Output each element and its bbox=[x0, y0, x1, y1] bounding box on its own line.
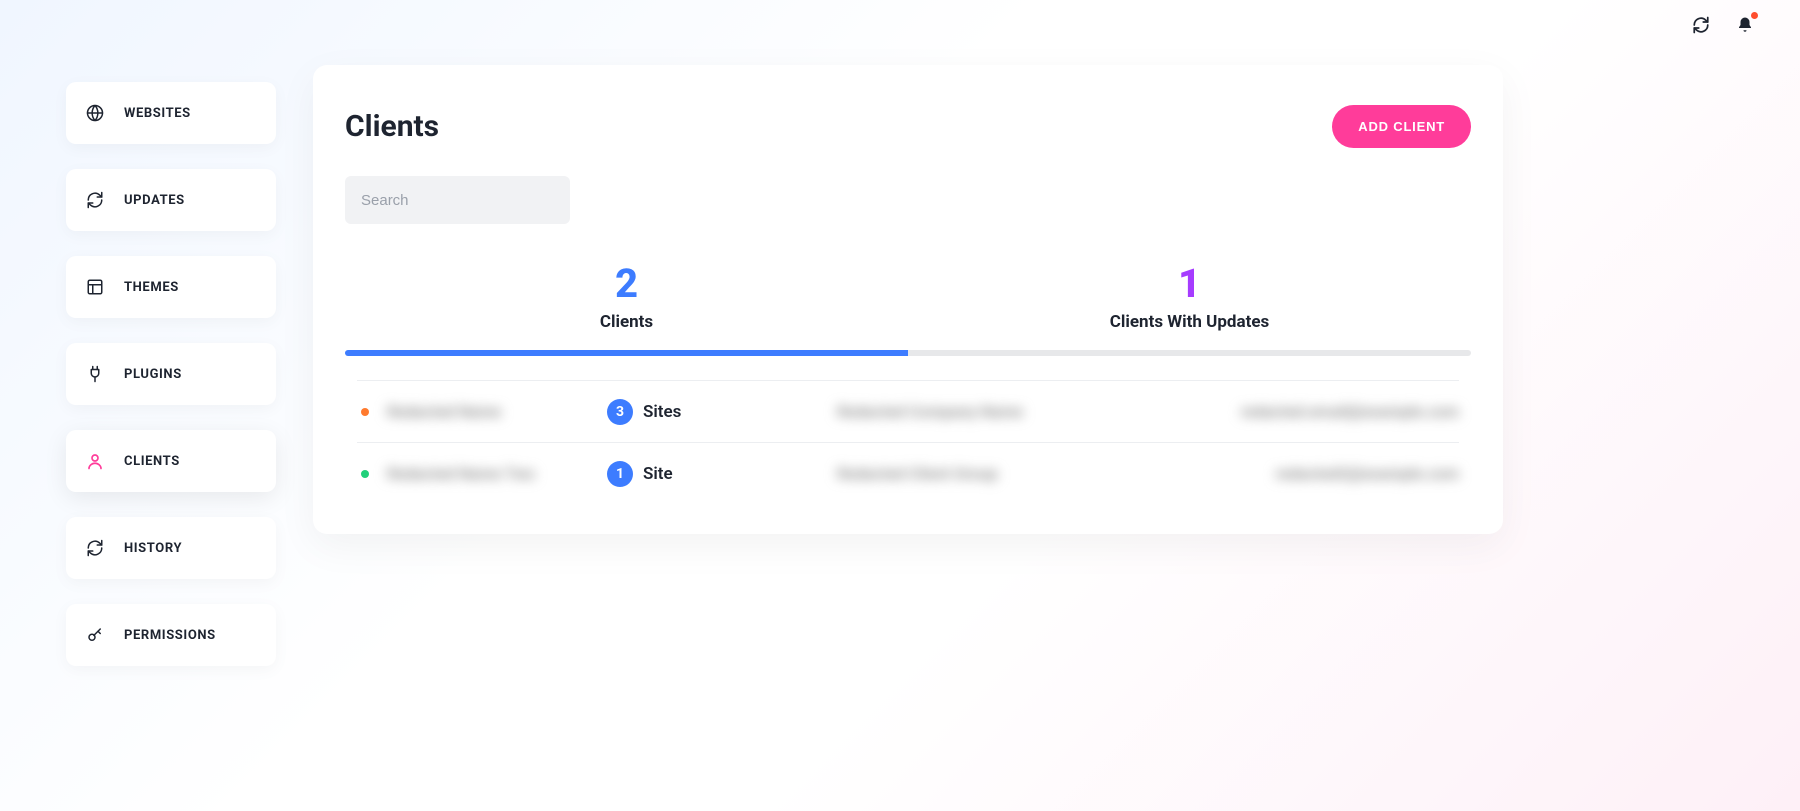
sidebar-item-history[interactable]: HISTORY bbox=[66, 517, 276, 579]
sidebar-item-updates[interactable]: UPDATES bbox=[66, 169, 276, 231]
client-row[interactable]: Redacted Name 3 Sites Redacted Company N… bbox=[357, 380, 1459, 442]
layout-icon bbox=[86, 278, 104, 296]
search-input[interactable] bbox=[345, 176, 570, 224]
tab-label: Clients bbox=[345, 312, 908, 332]
sync-icon bbox=[86, 191, 104, 209]
topbar bbox=[1690, 14, 1756, 36]
key-icon bbox=[86, 626, 104, 644]
main-panel: Clients ADD CLIENT 2 Clients 1 Clients W… bbox=[313, 65, 1503, 534]
client-list: Redacted Name 3 Sites Redacted Company N… bbox=[345, 380, 1471, 504]
site-word: Site bbox=[643, 464, 673, 484]
sidebar-item-websites[interactable]: WEBSITES bbox=[66, 82, 276, 144]
site-count-badge: 3 bbox=[607, 399, 633, 425]
stats-tabs: 2 Clients 1 Clients With Updates bbox=[345, 262, 1471, 350]
client-email: redacted.email@example.com bbox=[1159, 402, 1459, 421]
sidebar-item-label: PERMISSIONS bbox=[124, 628, 216, 643]
client-row[interactable]: Redacted Name Two 1 Site Redacted Client… bbox=[357, 442, 1459, 504]
client-company: Redacted Company Name bbox=[837, 402, 1159, 421]
main-header: Clients ADD CLIENT bbox=[345, 105, 1471, 148]
add-client-button[interactable]: ADD CLIENT bbox=[1332, 105, 1471, 148]
sidebar-item-label: PLUGINS bbox=[124, 367, 182, 382]
page-title: Clients bbox=[345, 109, 439, 144]
sidebar-item-plugins[interactable]: PLUGINS bbox=[66, 343, 276, 405]
history-icon bbox=[86, 539, 104, 557]
site-count-badge: 1 bbox=[607, 461, 633, 487]
user-icon bbox=[86, 452, 104, 470]
sites-cell: 3 Sites bbox=[607, 399, 837, 425]
plug-icon bbox=[86, 365, 104, 383]
sidebar-item-label: THEMES bbox=[124, 280, 179, 295]
client-email: redacted2@example.com bbox=[1159, 464, 1459, 483]
refresh-icon[interactable] bbox=[1690, 14, 1712, 36]
site-word: Sites bbox=[643, 402, 681, 422]
sidebar-item-permissions[interactable]: PERMISSIONS bbox=[66, 604, 276, 666]
tab-count: 1 bbox=[908, 262, 1471, 306]
sidebar-item-clients[interactable]: CLIENTS bbox=[66, 430, 276, 492]
tab-indicator-inactive bbox=[908, 350, 1471, 356]
search-wrap bbox=[345, 176, 1471, 224]
sidebar-item-label: CLIENTS bbox=[124, 454, 180, 469]
client-name: Redacted Name bbox=[387, 402, 607, 421]
client-name: Redacted Name Two bbox=[387, 464, 607, 483]
notification-dot bbox=[1751, 12, 1758, 19]
client-company: Redacted Client Group bbox=[837, 464, 1159, 483]
tab-count: 2 bbox=[345, 262, 908, 306]
tab-label: Clients With Updates bbox=[908, 312, 1471, 332]
sidebar: WEBSITES UPDATES THEMES PLUGINS CLIENTS … bbox=[66, 82, 276, 666]
tab-clients-with-updates[interactable]: 1 Clients With Updates bbox=[908, 262, 1471, 350]
globe-icon bbox=[86, 104, 104, 122]
sidebar-item-themes[interactable]: THEMES bbox=[66, 256, 276, 318]
status-dot bbox=[361, 408, 369, 416]
sidebar-item-label: WEBSITES bbox=[124, 106, 191, 121]
notifications-icon[interactable] bbox=[1734, 14, 1756, 36]
sites-cell: 1 Site bbox=[607, 461, 837, 487]
sidebar-item-label: HISTORY bbox=[124, 541, 182, 556]
tab-clients[interactable]: 2 Clients bbox=[345, 262, 908, 350]
tab-indicator bbox=[345, 350, 1471, 356]
status-dot bbox=[361, 470, 369, 478]
sidebar-item-label: UPDATES bbox=[124, 193, 185, 208]
tab-indicator-active bbox=[345, 350, 908, 356]
